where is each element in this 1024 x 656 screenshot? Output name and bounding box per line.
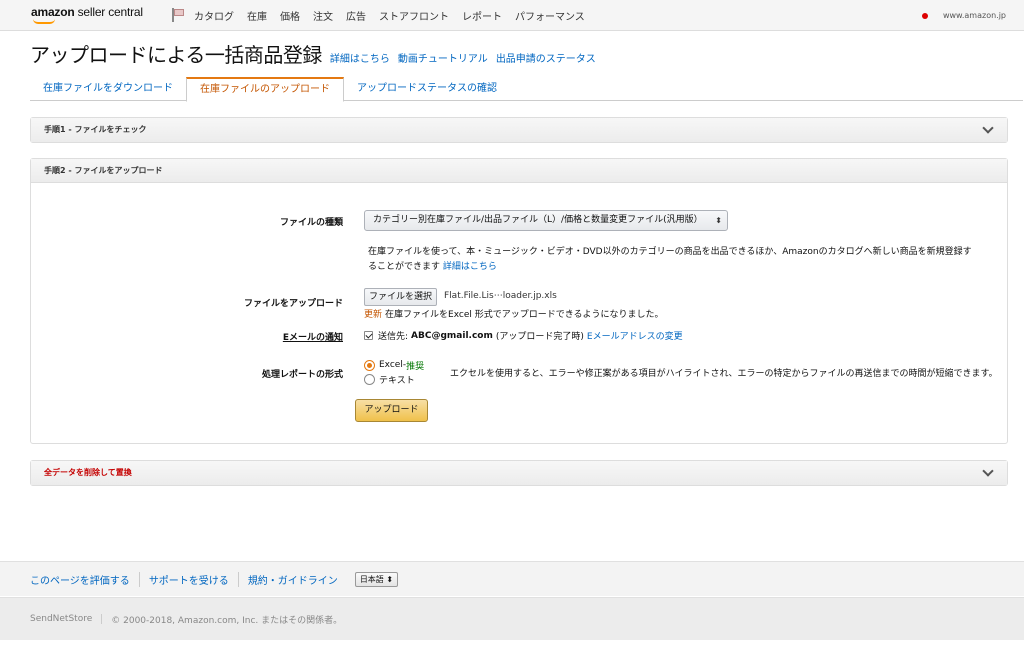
logo-light-text: seller central	[77, 4, 143, 19]
tab-upload-inventory-file[interactable]: 在庫ファイルのアップロード	[186, 77, 344, 102]
nav-performance[interactable]: パフォーマンス	[515, 8, 585, 23]
report-format-options: Excel - 推奨 テキスト	[364, 358, 424, 386]
step1-title: 手順1 - ファイルをチェック	[44, 125, 147, 134]
excel-format-description: エクセルを使用すると、エラーや修正案がある項目がハイライトされ、エラーの特定から…	[450, 369, 998, 379]
email-notification-row: 送信先: ABC@gmail.com (アップロード完了時) Eメールアドレスの…	[364, 329, 683, 342]
tab-upload-status[interactable]: アップロードステータスの確認	[344, 77, 510, 101]
rate-page-link[interactable]: このページを評価する	[30, 571, 140, 587]
page-header: アップロードによる一括商品登録 詳細はこちら 動画チュートリアル 出品申請のステ…	[30, 39, 596, 68]
nav-storefront[interactable]: ストアフロント	[379, 8, 449, 23]
email-notification-label[interactable]: Eメールの通知	[283, 330, 343, 343]
text-radio[interactable]	[364, 373, 375, 385]
replace-all-panel: 全データを削除して置換	[30, 460, 1008, 486]
file-type-value: カテゴリー別在庫ファイル/出品ファイル（L）/価格と数量変更ファイル(汎用版）	[373, 215, 703, 225]
select-arrows-icon: ⬍	[715, 216, 722, 225]
email-address: ABC@gmail.com	[411, 330, 493, 341]
nav-inventory[interactable]: 在庫	[247, 8, 267, 23]
flag-icon[interactable]	[171, 7, 185, 23]
text-label: テキスト	[379, 375, 415, 386]
step1-header[interactable]: 手順1 - ファイルをチェック	[31, 118, 1007, 142]
page-bottom	[0, 640, 1024, 656]
logo-bold-text: amazon	[31, 4, 75, 19]
excel-radio[interactable]	[364, 359, 375, 371]
selected-file-name: Flat.File.Lis⋯loader.jp.xls	[444, 291, 557, 301]
email-notification-checkbox[interactable]	[364, 331, 373, 340]
step1-panel: 手順1 - ファイルをチェック	[30, 117, 1008, 143]
file-type-description: 在庫ファイルを使って、本・ミュージック・ビデオ・DVD以外のカテゴリーの商品を出…	[368, 245, 978, 275]
language-select[interactable]: 日本語 ⬍	[354, 571, 399, 587]
update-tag: 更新	[364, 310, 383, 320]
get-support-link[interactable]: サポートを受ける	[149, 571, 239, 587]
report-format-label: 処理レポートの形式	[261, 370, 343, 380]
excel-label: Excel	[379, 360, 403, 370]
choose-file-button[interactable]: ファイルを選択	[364, 288, 438, 306]
nav-advertising[interactable]: 広告	[346, 8, 366, 23]
nav-orders[interactable]: 注文	[313, 8, 333, 23]
upload-tabs: 在庫ファイルをダウンロード 在庫ファイルのアップロード アップロードステータスの…	[30, 77, 1023, 102]
japan-flag-icon	[921, 12, 928, 19]
description-learn-more-link[interactable]: 詳細はこちら	[443, 262, 497, 272]
chevron-down-icon[interactable]	[982, 122, 994, 134]
replace-all-title: 全データを削除して置換	[44, 468, 132, 477]
learn-more-link[interactable]: 詳細はこちら	[330, 50, 390, 65]
option-text[interactable]: テキスト	[364, 372, 424, 386]
amazon-smile-icon	[33, 19, 55, 24]
footer-bottom: SendNetStore © 2000-2018, Amazon.com, In…	[0, 597, 1024, 640]
update-text: 在庫ファイルをExcel 形式でアップロードできるようになりました。	[385, 310, 664, 320]
page-title: アップロードによる一括商品登録	[30, 43, 322, 67]
step2-header: 手順2 - ファイルをアップロード	[31, 159, 1007, 183]
excel-recommended: 推奨	[406, 361, 425, 372]
video-tutorial-link[interactable]: 動画チュートリアル	[398, 50, 488, 65]
seller-central-logo[interactable]: amazon seller central	[31, 0, 151, 31]
application-status-link[interactable]: 出品申請のステータス	[496, 50, 596, 65]
update-notice: 更新 在庫ファイルをExcel 形式でアップロードできるようになりました。	[364, 307, 664, 320]
top-navigation: amazon seller central カタログ 在庫 価格 注文 広告 ス…	[0, 0, 1024, 31]
option-excel[interactable]: Excel - 推奨	[364, 358, 424, 372]
upload-file-label: ファイルをアップロード	[243, 299, 343, 309]
policies-link[interactable]: 規約・ガイドライン	[248, 572, 347, 587]
store-name: SendNetStore	[30, 614, 103, 624]
replace-all-header[interactable]: 全データを削除して置換	[31, 461, 1007, 485]
nav-pricing[interactable]: 価格	[280, 8, 300, 23]
footer-links: このページを評価する サポートを受ける 規約・ガイドライン 日本語 ⬍	[0, 561, 1024, 596]
file-type-label: ファイルの種類	[279, 218, 343, 228]
upload-button[interactable]: アップロード	[355, 399, 428, 422]
nav-catalog[interactable]: カタログ	[194, 8, 234, 23]
email-prefix: 送信先:	[378, 332, 409, 342]
marketplace-switcher[interactable]: www.amazon.jp	[921, 0, 1006, 31]
step2-title: 手順2 - ファイルをアップロード	[44, 166, 163, 175]
change-email-link[interactable]: Eメールアドレスの変更	[587, 329, 683, 342]
chevron-down-icon[interactable]	[982, 465, 994, 477]
email-suffix: (アップロード完了時)	[495, 332, 584, 342]
marketplace-site: www.amazon.jp	[942, 11, 1006, 20]
tab-download-inventory-file[interactable]: 在庫ファイルをダウンロード	[30, 77, 186, 101]
nav-reports[interactable]: レポート	[462, 8, 502, 23]
step2-panel: 手順2 - ファイルをアップロード ファイルの種類 カテゴリー別在庫ファイル/出…	[30, 158, 1008, 444]
file-type-select[interactable]: カテゴリー別在庫ファイル/出品ファイル（L）/価格と数量変更ファイル(汎用版） …	[364, 210, 728, 231]
copyright: © 2000-2018, Amazon.com, Inc. またはその関係者。	[111, 615, 343, 626]
main-menu: カタログ 在庫 価格 注文 広告 ストアフロント レポート パフォーマンス	[194, 8, 598, 23]
